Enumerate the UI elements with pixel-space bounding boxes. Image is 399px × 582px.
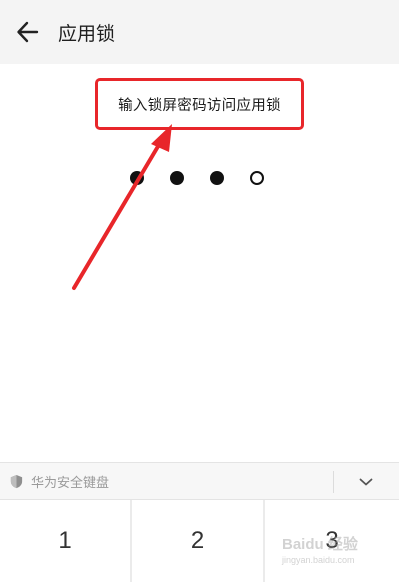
password-prompt-highlight: 输入锁屏密码访问应用锁 xyxy=(95,78,304,130)
key-1[interactable]: 1 xyxy=(0,500,130,582)
pin-dot-empty xyxy=(250,171,264,185)
key-2[interactable]: 2 xyxy=(132,500,263,582)
pin-dot-filled xyxy=(170,171,184,185)
pin-dot-filled xyxy=(210,171,224,185)
arrow-left-icon xyxy=(17,21,39,43)
secure-keyboard-bar: 华为安全键盘 xyxy=(0,462,399,500)
keyboard-label: 华为安全键盘 xyxy=(31,475,110,491)
back-button[interactable] xyxy=(0,0,56,64)
password-prompt-text: 输入锁屏密码访问应用锁 xyxy=(118,97,281,114)
key-3[interactable]: 3 xyxy=(265,500,399,582)
divider xyxy=(333,471,334,493)
collapse-keyboard-button[interactable] xyxy=(345,463,387,501)
main-content: 输入锁屏密码访问应用锁 xyxy=(0,64,399,462)
chevron-down-icon xyxy=(359,478,373,486)
app-header: 应用锁 xyxy=(0,0,399,64)
pin-dot-filled xyxy=(130,171,144,185)
pin-indicator xyxy=(0,169,399,189)
numeric-keypad: 1 2 3 xyxy=(0,500,399,582)
page-title: 应用锁 xyxy=(58,22,116,45)
shield-icon xyxy=(9,473,25,489)
